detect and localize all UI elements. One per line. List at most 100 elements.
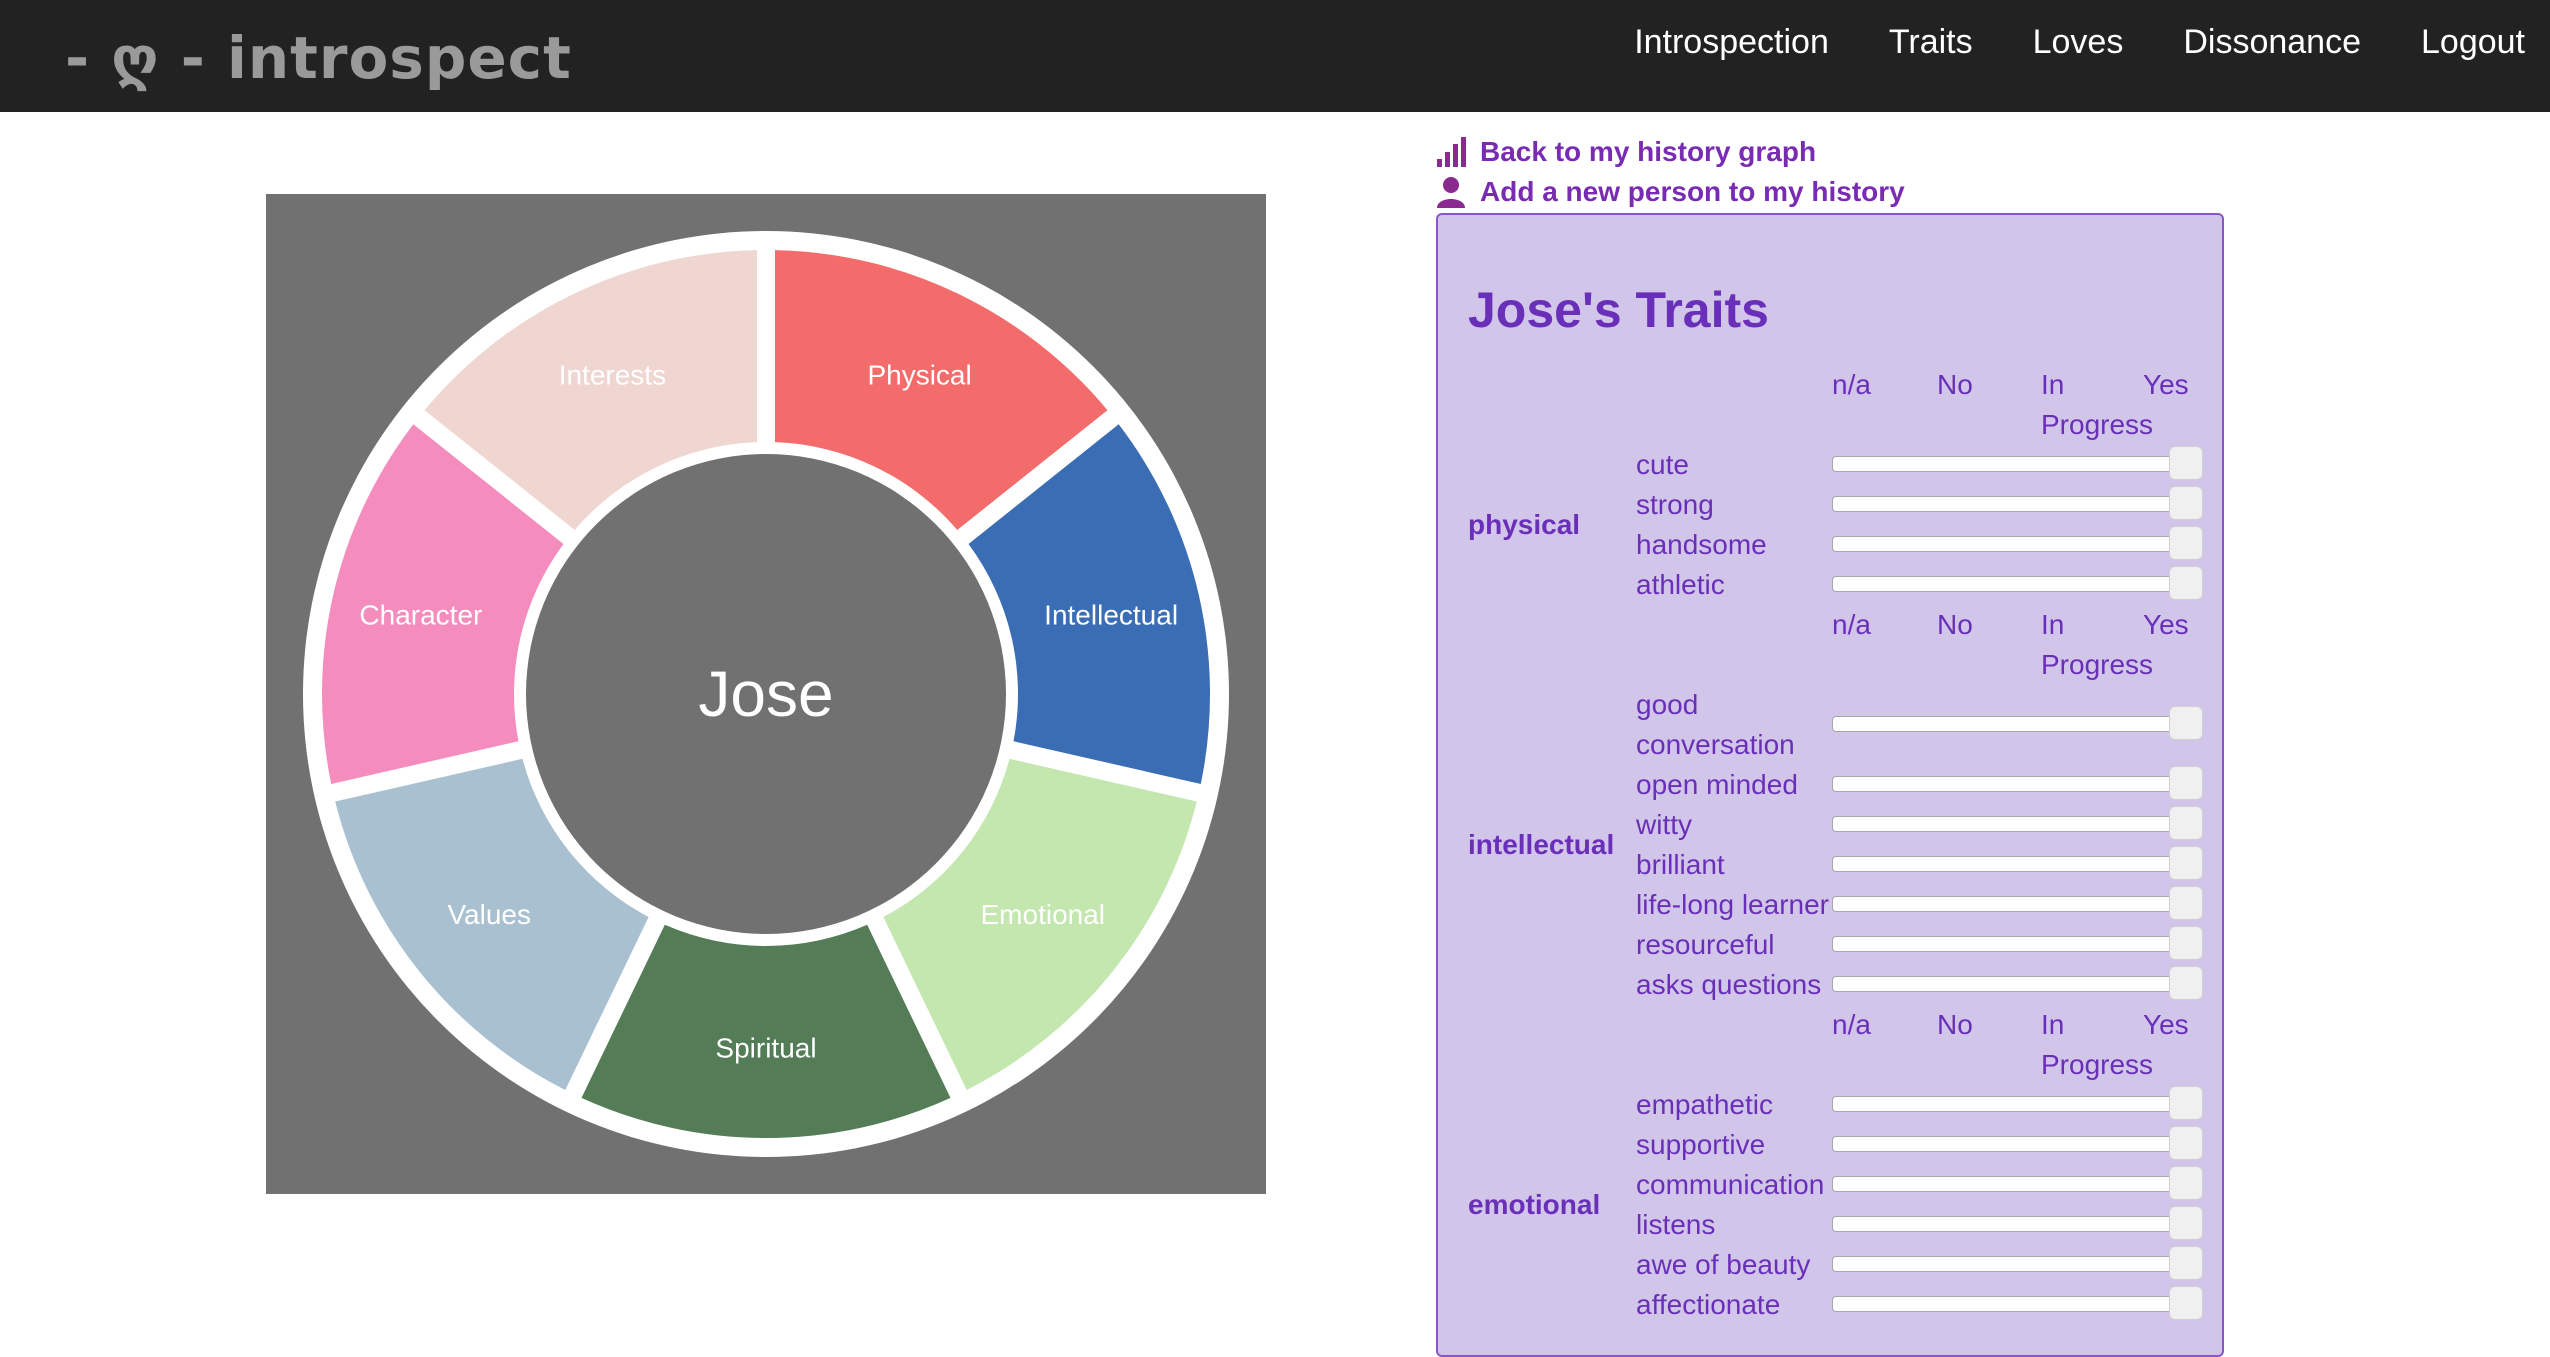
trait-slider[interactable] xyxy=(1832,1166,2203,1200)
trait-name: awe of beauty xyxy=(1636,1249,1811,1280)
slider-thumb[interactable] xyxy=(2169,566,2203,600)
top-navbar: - ღ - introspect Introspection Traits Lo… xyxy=(0,0,2550,112)
scale-header: n/a xyxy=(1832,1009,1871,1040)
bar-graph-icon xyxy=(1437,137,1466,167)
slider-thumb[interactable] xyxy=(2169,806,2203,840)
trait-slider[interactable] xyxy=(1832,706,2203,740)
category-label: emotional xyxy=(1468,1189,1601,1220)
trait-row: life-long learner xyxy=(1438,885,2222,925)
scale-header: In Progress xyxy=(2041,1009,2154,1080)
trait-slider[interactable] xyxy=(1832,1086,2203,1120)
trait-name: listens xyxy=(1636,1209,1716,1240)
scale-header: In Progress xyxy=(2041,609,2154,680)
trait-slider[interactable] xyxy=(1832,1206,2203,1240)
nav-loves[interactable]: Loves xyxy=(2033,23,2124,62)
traits-title: Jose's Traits xyxy=(1468,282,1769,338)
wheel-label-physical: Physical xyxy=(867,360,971,391)
add-person-label: Add a new person to my history xyxy=(1480,176,1905,207)
trait-name: affectionate xyxy=(1636,1289,1781,1320)
trait-name: cute xyxy=(1636,449,1689,480)
slider-thumb[interactable] xyxy=(2169,706,2203,740)
scale-header: No xyxy=(1937,369,1973,400)
slider-thumb[interactable] xyxy=(2169,886,2203,920)
wheel-label-emotional: Emotional xyxy=(981,899,1106,930)
trait-slider[interactable] xyxy=(1832,926,2203,960)
trait-name: empathetic xyxy=(1636,1089,1773,1120)
slider-thumb[interactable] xyxy=(2169,1206,2203,1240)
nav-traits[interactable]: Traits xyxy=(1889,23,1973,62)
history-graph-link[interactable]: Back to my history graph xyxy=(1434,132,1905,172)
add-person-link[interactable]: Add a new person to my history xyxy=(1434,172,1905,212)
trait-slider[interactable] xyxy=(1832,966,2203,1000)
nav-logout[interactable]: Logout xyxy=(2421,23,2525,62)
trait-wheel: Physical Intellectual Emotional Spiritual Va… xyxy=(266,194,1266,1194)
slider-thumb[interactable] xyxy=(2169,1286,2203,1320)
scale-header: Yes xyxy=(2143,609,2189,640)
trait-slider[interactable] xyxy=(1832,446,2203,480)
trait-name: strong xyxy=(1636,489,1714,520)
slider-thumb[interactable] xyxy=(2169,1086,2203,1120)
slider-thumb[interactable] xyxy=(2169,486,2203,520)
slider-thumb[interactable] xyxy=(2169,526,2203,560)
nav-introspection[interactable]: Introspection xyxy=(1634,23,1829,62)
app-logo[interactable]: - ღ - introspect xyxy=(55,18,572,98)
trait-name: resourceful xyxy=(1636,929,1775,960)
category-label: physical xyxy=(1468,509,1581,540)
trait-row: supportive xyxy=(1438,1125,2222,1165)
trait-name: asks questions xyxy=(1636,969,1822,1000)
trait-slider[interactable] xyxy=(1832,766,2203,800)
wheel-label-interests: Interests xyxy=(559,360,666,391)
slider-thumb[interactable] xyxy=(2169,446,2203,480)
scale-header: Yes xyxy=(2143,369,2189,400)
scale-header: n/a xyxy=(1832,369,1871,400)
trait-slider[interactable] xyxy=(1832,1246,2203,1280)
slider-thumb[interactable] xyxy=(2169,926,2203,960)
trait-name: brilliant xyxy=(1636,849,1725,880)
scale-header: No xyxy=(1937,609,1973,640)
trait-row: open minded xyxy=(1438,765,2222,805)
trait-name: open minded xyxy=(1636,769,1798,800)
scale-header: n/a xyxy=(1832,609,1871,640)
trait-slider[interactable] xyxy=(1832,1286,2203,1320)
scale-header: No xyxy=(1937,1009,1973,1040)
trait-row: resourceful xyxy=(1438,925,2222,965)
nav-dissonance[interactable]: Dissonance xyxy=(2183,23,2361,62)
trait-name: supportive xyxy=(1636,1129,1766,1160)
slider-thumb[interactable] xyxy=(2169,1246,2203,1280)
trait-slider[interactable] xyxy=(1832,1126,2203,1160)
trait-row: awe of beauty xyxy=(1438,1245,2222,1285)
trait-row: empathetic xyxy=(1438,1085,2222,1125)
trait-row: cute xyxy=(1438,445,2222,485)
trait-name: witty xyxy=(1636,809,1692,840)
slider-thumb[interactable] xyxy=(2169,1126,2203,1160)
trait-slider[interactable] xyxy=(1832,566,2203,600)
trait-slider[interactable] xyxy=(1832,806,2203,840)
slider-thumb[interactable] xyxy=(2169,846,2203,880)
logo-text: - ღ - introspect xyxy=(65,24,572,92)
trait-row: athletic xyxy=(1438,565,2222,605)
trait-name: athletic xyxy=(1636,569,1725,600)
trait-slider[interactable] xyxy=(1832,526,2203,560)
trait-wheel-chart: Physical Intellectual Emotional Spiritual Va… xyxy=(303,231,1229,1157)
trait-row: affectionate xyxy=(1438,1285,2222,1325)
trait-slider[interactable] xyxy=(1832,486,2203,520)
trait-row: good conversation xyxy=(1438,685,2222,765)
history-graph-label: Back to my history graph xyxy=(1480,136,1817,167)
scale-header: In Progress xyxy=(2041,369,2154,440)
slider-thumb[interactable] xyxy=(2169,766,2203,800)
trait-name: good conversation xyxy=(1636,689,1795,760)
slider-thumb[interactable] xyxy=(2169,966,2203,1000)
traits-panel: Jose's Traits n/a No In Progress Yes cute str… xyxy=(1436,213,2224,1357)
side-links: Back to my history graph Add a new perso… xyxy=(1434,132,1905,212)
wheel-label-values: Values xyxy=(447,899,531,930)
trait-name: handsome xyxy=(1636,529,1767,560)
trait-slider[interactable] xyxy=(1832,886,2203,920)
scale-header: Yes xyxy=(2143,1009,2189,1040)
main-nav: Introspection Traits Loves Dissonance Lo… xyxy=(1634,0,2550,84)
trait-row: asks questions xyxy=(1438,965,2222,1005)
slider-thumb[interactable] xyxy=(2169,1166,2203,1200)
trait-name: life-long learner xyxy=(1636,889,1829,920)
trait-name: communication xyxy=(1636,1169,1825,1200)
category-label: intellectual xyxy=(1468,829,1615,860)
trait-slider[interactable] xyxy=(1832,846,2203,880)
